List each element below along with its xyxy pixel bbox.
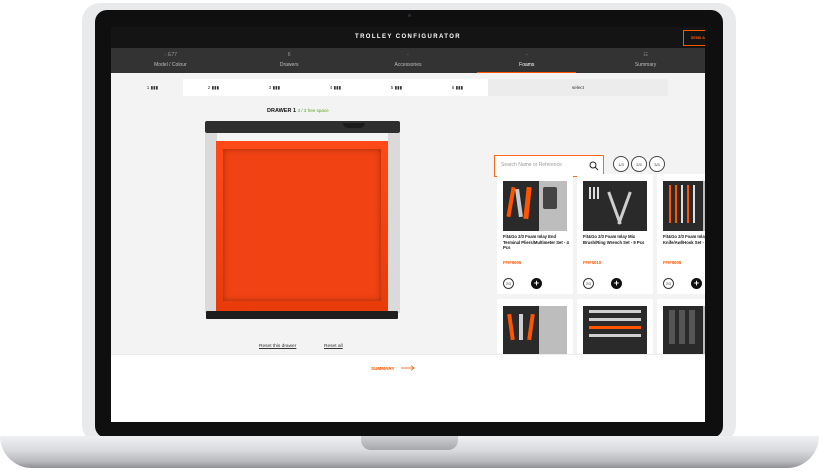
product-code: FFIF5008 <box>663 260 682 265</box>
product-image <box>663 306 705 356</box>
product-title: Fit&Go 2/3 Foam Inlay Mix Brush/Ring Wre… <box>583 234 645 245</box>
tab-drawer-5[interactable]: 5 ▮▮▮ <box>366 79 427 96</box>
drawer-front-lip <box>206 311 398 319</box>
steps-bar: ◌ E77 Model / Colour 6 Drawers - Accesso… <box>111 48 705 73</box>
step-label: Drawers <box>279 62 299 68</box>
product-title: Fit&Go 2/3 Foam Inlay Knife/Awl/Hook Set… <box>663 234 705 245</box>
product-image <box>583 306 647 356</box>
drawer-handle <box>343 123 365 128</box>
search-input[interactable] <box>501 162 581 168</box>
drawer-free-space: 3 / 3 free space <box>297 108 329 113</box>
filter-size-1-3[interactable]: 1/3 <box>613 156 629 172</box>
tab-drawer-6[interactable]: 6 ▮▮▮ <box>427 79 488 96</box>
product-image <box>583 181 647 231</box>
step-value: 6 <box>287 52 291 58</box>
drawer-title: DRAWER 1 <box>267 108 297 114</box>
product-card[interactable]: Fit&Go 2/3 Foam Inlay Tin Snip/Rivet Gun… <box>497 299 573 375</box>
screen: TROLLEY CONFIGURATOR SEND A REQUEST ◌ E7… <box>111 27 705 422</box>
product-card[interactable]: Fit&Go 2/3 Foam Inlay Knife/Awl/Hook Set… <box>657 174 705 294</box>
step-summary[interactable]: ☷ Summary <box>586 48 705 73</box>
step-label: Summary <box>634 62 657 68</box>
add-product-button[interactable]: + <box>531 278 542 289</box>
product-size-badge: 2/3 <box>663 278 674 289</box>
product-image <box>663 181 705 231</box>
drawer-rail-right <box>388 133 400 313</box>
add-product-button[interactable]: + <box>691 278 702 289</box>
drawer-interior <box>223 149 381 301</box>
configurator-content: 1 ▮▮▮ 2 ▮▮▮ 3 ▮▮▮ 4 ▮▮▮ 5 ▮▮▮ 6 ▮▮▮ sele… <box>111 73 705 375</box>
step-label: Foams <box>519 62 535 68</box>
product-image <box>503 306 567 356</box>
arrow-right-icon <box>400 365 415 371</box>
summary-icon: ☷ <box>643 52 648 58</box>
step-accessories[interactable]: - Accessories <box>349 48 468 73</box>
product-code: FFIF5010 <box>583 260 602 265</box>
add-product-button[interactable]: + <box>611 278 622 289</box>
step-label: Model / Colour <box>154 62 187 68</box>
foam-tray <box>583 306 647 356</box>
reset-drawer-link[interactable]: Reset this drawer <box>259 344 296 349</box>
app-title: TROLLEY CONFIGURATOR <box>355 34 461 40</box>
summary-link[interactable]: SUMMARY <box>371 365 415 371</box>
product-card[interactable]: Fit&Go 2/3 Foam Inlay 3/8" Standard/Deep… <box>577 299 653 375</box>
reset-all-link[interactable]: Reset all <box>324 344 343 349</box>
drawer-tabs: 1 ▮▮▮ 2 ▮▮▮ 3 ▮▮▮ 4 ▮▮▮ 5 ▮▮▮ 6 ▮▮▮ sele… <box>122 79 668 96</box>
summary-label: SUMMARY <box>371 365 395 371</box>
tab-drawer-1[interactable]: 1 ▮▮▮ <box>122 79 183 96</box>
top-bar: TROLLEY CONFIGURATOR SEND A REQUEST <box>111 27 705 48</box>
tab-select[interactable]: select <box>488 79 668 96</box>
product-card[interactable]: Fit&Go 2/3 Foam Inlay End Terminal Plier… <box>497 174 573 294</box>
step-value: ◌ E77 <box>163 52 178 58</box>
drawer-heading: DRAWER 1 3 / 3 free space <box>267 108 329 114</box>
tab-drawer-3[interactable]: 3 ▮▮▮ <box>244 79 305 96</box>
product-card[interactable]: Fit&Go 2/3 Foam Inlay Mix Brush/Ring Wre… <box>577 174 653 294</box>
send-request-button[interactable]: SEND A REQUEST <box>683 30 705 46</box>
product-image <box>503 181 567 231</box>
footer: SUMMARY <box>111 354 705 422</box>
search-icon[interactable] <box>589 161 599 171</box>
tab-drawer-2[interactable]: 2 ▮▮▮ <box>183 79 244 96</box>
filter-size-2-3[interactable]: 2/3 <box>631 156 647 172</box>
filter-size-3-3[interactable]: 3/3 <box>649 156 665 172</box>
step-value: - <box>407 52 409 58</box>
product-size-badge: 2/3 <box>503 278 514 289</box>
laptop-notch <box>361 436 458 450</box>
camera-icon <box>408 14 411 17</box>
step-drawers[interactable]: 6 Drawers <box>230 48 349 73</box>
drawer-top-panel <box>205 121 400 133</box>
step-foams[interactable]: - Foams <box>467 48 586 73</box>
product-code: FFIF5006 <box>503 260 522 265</box>
step-label: Accessories <box>394 62 422 68</box>
product-size-badge: 2/3 <box>583 278 594 289</box>
step-model-colour[interactable]: ◌ E77 Model / Colour <box>111 48 230 73</box>
tab-drawer-4[interactable]: 4 ▮▮▮ <box>305 79 366 96</box>
product-card[interactable]: Fit&Go 1/3 Foam Inlay 1/2" Power Deep So… <box>657 299 705 370</box>
product-title: Fit&Go 2/3 Foam Inlay End Terminal Plier… <box>503 234 569 251</box>
step-value: - <box>525 52 528 58</box>
